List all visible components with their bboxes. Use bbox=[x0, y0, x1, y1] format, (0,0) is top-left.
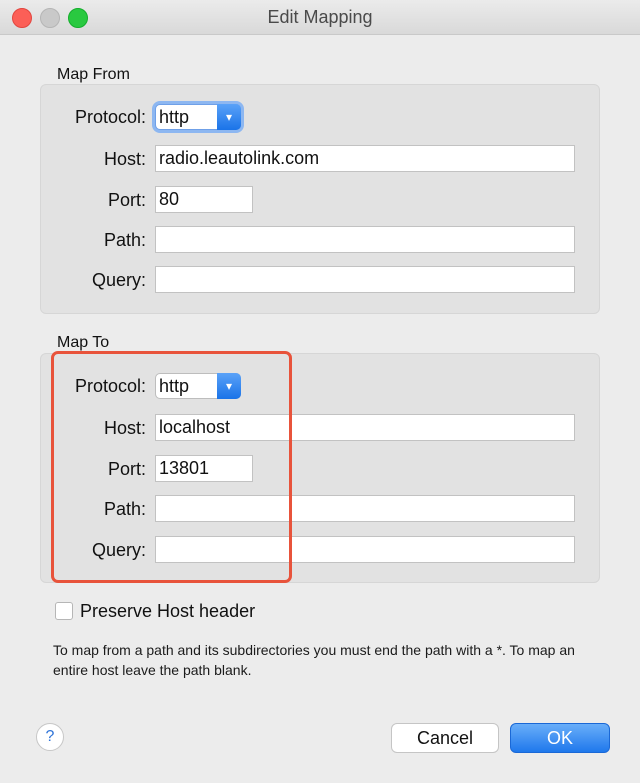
from-path-field[interactable] bbox=[155, 226, 575, 253]
preserve-host-label[interactable]: Preserve Host header bbox=[80, 601, 255, 622]
chevron-down-icon: ▾ bbox=[217, 104, 241, 130]
map-to-label: Map To bbox=[57, 334, 110, 351]
from-port-label: Port: bbox=[107, 190, 146, 210]
from-query-field[interactable] bbox=[155, 266, 575, 293]
window-title: Edit Mapping bbox=[267, 7, 373, 27]
titlebar: Edit Mapping bbox=[0, 0, 640, 35]
preserve-host-checkbox[interactable] bbox=[55, 602, 73, 620]
map-from-label: Map From bbox=[57, 66, 130, 83]
from-protocol-label: Protocol: bbox=[74, 107, 146, 127]
edit-mapping-window: Edit Mapping Map From Protocol: http ▾ H… bbox=[0, 0, 640, 783]
from-path-label: Path: bbox=[103, 230, 146, 250]
highlight-annotation bbox=[51, 351, 292, 583]
help-button[interactable]: ? bbox=[36, 723, 64, 751]
ok-button[interactable]: OK bbox=[510, 723, 610, 753]
from-query-label: Query: bbox=[91, 270, 146, 290]
from-protocol-select[interactable]: http ▾ bbox=[155, 104, 241, 130]
from-host-label: Host: bbox=[103, 149, 146, 169]
help-note: To map from a path and its subdirectorie… bbox=[53, 642, 575, 678]
cancel-button[interactable]: Cancel bbox=[391, 723, 499, 753]
from-port-field[interactable]: 80 bbox=[155, 186, 253, 213]
from-host-field[interactable]: radio.leautolink.com bbox=[155, 145, 575, 172]
from-protocol-value: http bbox=[159, 107, 190, 127]
